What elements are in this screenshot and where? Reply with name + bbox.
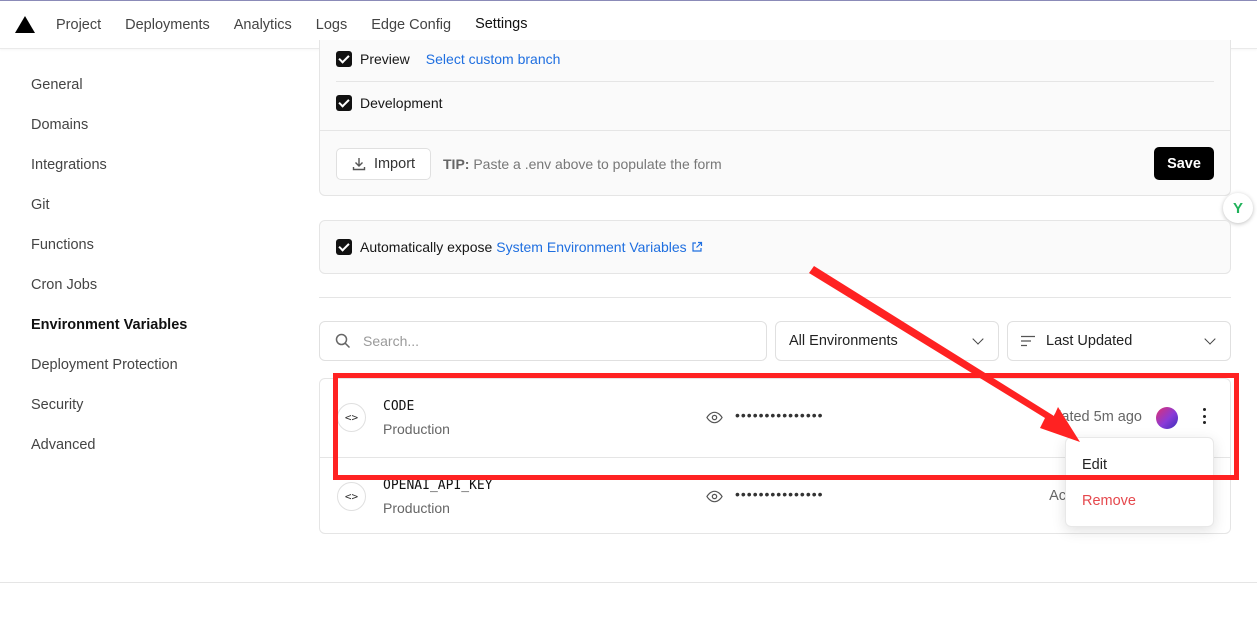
chevron-down-icon: [1204, 333, 1216, 345]
preview-checkbox[interactable]: [336, 51, 352, 67]
tip-prefix: TIP:: [443, 156, 470, 172]
sidebar-item-security[interactable]: Security: [31, 385, 187, 425]
sort-select-value: Last Updated: [1046, 333, 1133, 349]
search-icon: [335, 333, 351, 349]
eye-icon[interactable]: [706, 488, 723, 505]
sidebar-item-git[interactable]: Git: [31, 185, 187, 225]
external-link-icon[interactable]: [691, 241, 703, 253]
eye-icon[interactable]: [706, 409, 723, 426]
updated-text: dated 5m ago: [1053, 409, 1142, 425]
environment-select-value: All Environments: [789, 333, 898, 349]
chevron-down-icon: [972, 333, 984, 345]
page-bottom-divider: [0, 582, 1257, 583]
env-var-environment: Production: [383, 421, 450, 437]
environment-select[interactable]: All Environments: [775, 321, 999, 361]
download-icon: [352, 158, 366, 171]
preview-row: Preview Select custom branch: [336, 51, 560, 67]
search-box[interactable]: [319, 321, 767, 361]
sidebar-item-deployment-protection[interactable]: Deployment Protection: [31, 345, 187, 385]
tip-text: TIP: Paste a .env above to populate the …: [443, 156, 722, 172]
save-button[interactable]: Save: [1154, 147, 1214, 180]
vercel-logo-icon[interactable]: [15, 16, 35, 33]
auto-expose-checkbox[interactable]: [336, 239, 352, 255]
form-footer: Import TIP: Paste a .env above to popula…: [320, 130, 1230, 196]
auto-expose-card: Automatically expose System Environment …: [319, 220, 1231, 274]
auto-expose-row: Automatically expose System Environment …: [336, 239, 703, 255]
env-var-name: OPENAI_API_KEY: [383, 478, 493, 493]
import-label: Import: [373, 156, 416, 172]
development-label: Development: [360, 95, 443, 111]
code-brackets-icon: <>: [337, 482, 366, 511]
settings-sidebar: General Domains Integrations Git Functio…: [31, 65, 187, 465]
tab-analytics[interactable]: Analytics: [222, 1, 304, 49]
system-env-vars-link[interactable]: System Environment Variables: [496, 239, 686, 255]
masked-value: •••••••••••••••: [735, 486, 824, 502]
code-brackets-icon: <>: [337, 403, 366, 432]
development-checkbox[interactable]: [336, 95, 352, 111]
more-options-icon[interactable]: [1202, 408, 1206, 424]
updated-text: Ac: [1049, 488, 1066, 504]
section-divider: [319, 297, 1231, 298]
development-row: Development: [336, 95, 443, 111]
auto-expose-label: Automatically expose: [360, 239, 493, 255]
row-actions-menu: Edit Remove: [1065, 437, 1214, 527]
sidebar-item-domains[interactable]: Domains: [31, 105, 187, 145]
select-custom-branch-link[interactable]: Select custom branch: [426, 51, 561, 67]
sidebar-item-cron-jobs[interactable]: Cron Jobs: [31, 265, 187, 305]
tab-deployments[interactable]: Deployments: [113, 1, 222, 49]
sort-lines-icon: [1021, 335, 1035, 347]
avatar: [1156, 407, 1178, 429]
preview-label: Preview: [360, 51, 410, 67]
menu-item-edit[interactable]: Edit: [1082, 457, 1107, 473]
import-button[interactable]: Import: [336, 148, 431, 180]
sidebar-item-environment-variables[interactable]: Environment Variables: [31, 305, 187, 345]
masked-value: •••••••••••••••: [735, 407, 824, 423]
sidebar-item-advanced[interactable]: Advanced: [31, 425, 187, 465]
extension-badge-icon[interactable]: Y: [1223, 193, 1253, 223]
sidebar-item-functions[interactable]: Functions: [31, 225, 187, 265]
sidebar-item-integrations[interactable]: Integrations: [31, 145, 187, 185]
divider: [336, 81, 1214, 82]
sort-select[interactable]: Last Updated: [1007, 321, 1231, 361]
menu-item-remove[interactable]: Remove: [1082, 493, 1136, 509]
search-input[interactable]: [363, 333, 743, 349]
env-var-environment: Production: [383, 500, 450, 516]
tab-project[interactable]: Project: [44, 1, 113, 49]
sidebar-item-general[interactable]: General: [31, 65, 187, 105]
env-var-name: CODE: [383, 399, 415, 414]
add-env-form-card: Preview Select custom branch Development…: [319, 40, 1231, 196]
tip-body: Paste a .env above to populate the form: [473, 156, 722, 172]
